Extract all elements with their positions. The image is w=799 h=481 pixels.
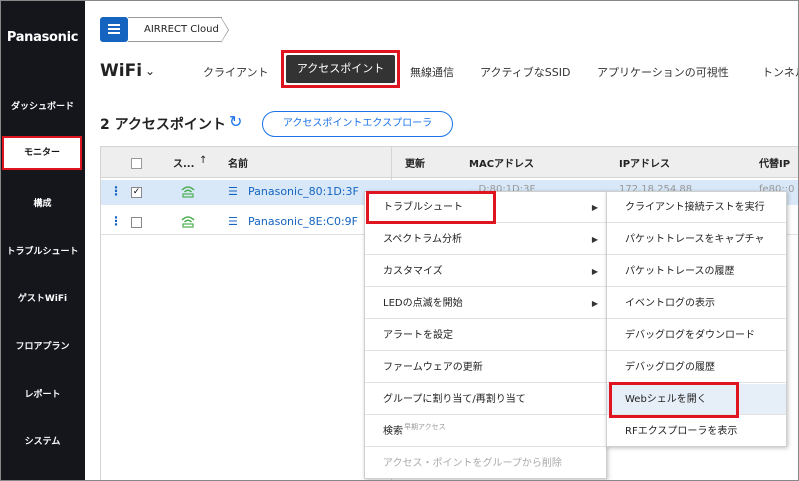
submenu-item-capture-packet[interactable]: パケットトレースをキャプチャ (607, 224, 786, 255)
col-status[interactable]: ス... (173, 155, 194, 170)
submenu-item-client-test[interactable]: クライアント接続テストを実行 (607, 192, 786, 223)
col-name[interactable]: 名前 (228, 155, 248, 170)
brand-logo: Panasonic (6, 30, 79, 45)
sidebar-item-dashboard[interactable]: ダッシュボード (0, 99, 85, 112)
menu-item-remove-from-group[interactable]: アクセス・ポイントをグループから削除 (365, 448, 606, 479)
sort-asc-icon[interactable]: ↑ (199, 155, 207, 166)
submenu-item-packet-history[interactable]: パケットトレースの履歴 (607, 256, 786, 287)
sidebar-item-system[interactable]: システム (0, 434, 85, 447)
row-menu-icon[interactable]: ⋮ (110, 214, 122, 228)
tab-radios[interactable]: 無線通信 (410, 64, 454, 80)
ap-explorer-button[interactable]: アクセスポイントエクスプローラ (262, 111, 453, 137)
col-update[interactable]: 更新 (405, 155, 425, 170)
chevron-down-icon[interactable]: ⌄ (145, 64, 155, 78)
page-title[interactable]: WiFi (100, 61, 142, 81)
menu-item-search[interactable]: 検索早期アクセス (365, 416, 606, 447)
submenu-item-debug-history[interactable]: デバッグログの履歴 (607, 352, 786, 383)
col-ip[interactable]: IPアドレス (619, 155, 670, 170)
menu-toggle-button[interactable] (100, 17, 128, 42)
ap-name-link[interactable]: Panasonic_8E:C0:9F (248, 215, 358, 228)
tab-tunnel[interactable]: トンネル (762, 64, 799, 80)
submenu-arrow-icon: ▶ (591, 299, 598, 308)
sidebar-item-floorplan[interactable]: フロアプラン (0, 339, 85, 352)
ap-status-icon (181, 216, 195, 228)
tab-access-points[interactable]: アクセスポイント (286, 55, 395, 83)
submenu-item-event-log[interactable]: イベントログの表示 (607, 288, 786, 319)
ap-name-link[interactable]: Panasonic_80:1D:3F (248, 185, 359, 198)
submenu-highlight-box (609, 382, 739, 418)
submenu-arrow-icon: ▶ (591, 267, 598, 276)
menu-item-set-alert[interactable]: アラートを設定 (365, 320, 606, 351)
menu-item-firmware-update[interactable]: ファームウェアの更新 (365, 352, 606, 383)
row-menu-icon[interactable]: ⋮ (110, 184, 122, 198)
breadcrumb[interactable]: AIRRECT Cloud (128, 17, 229, 43)
row-checkbox[interactable] (131, 217, 142, 228)
menu-item-spectrum[interactable]: スペクトラム分析 ▶ (365, 224, 606, 255)
menu-item-assign-group[interactable]: グループに割り当て/再割り当て (365, 384, 606, 415)
early-access-badge: 早期アクセス (404, 423, 446, 431)
submenu-arrow-icon: ▶ (591, 203, 598, 212)
details-icon[interactable]: ☰ (228, 185, 238, 198)
sidebar-item-monitor[interactable]: モニター (2, 136, 82, 170)
sidebar-item-config[interactable]: 構成 (0, 196, 85, 209)
sidebar-item-troubleshoot[interactable]: トラブルシュート (0, 244, 85, 257)
ap-status-icon (181, 186, 195, 198)
tab-clients[interactable]: クライアント (203, 64, 269, 80)
menu-item-led-blink[interactable]: LEDの点滅を開始 ▶ (365, 288, 606, 319)
sidebar: Panasonic ダッシュボード モニター 構成 トラブルシュート ゲストWi… (0, 0, 85, 481)
select-all-checkbox[interactable] (131, 158, 142, 169)
menu-highlight-box (366, 191, 496, 224)
submenu-arrow-icon: ▶ (591, 235, 598, 244)
ap-count-title: 2 アクセスポイント (100, 117, 226, 133)
col-mac[interactable]: MACアドレス (469, 155, 534, 170)
details-icon[interactable]: ☰ (228, 215, 238, 228)
refresh-icon[interactable]: ↻ (229, 112, 242, 131)
menu-item-customize[interactable]: カスタマイズ ▶ (365, 256, 606, 287)
context-menu: トラブルシュート ▶ スペクトラム分析 ▶ カスタマイズ ▶ LEDの点滅を開始 ▶ ア… (364, 191, 607, 479)
sidebar-item-guest-wifi[interactable]: ゲストWiFi (0, 291, 85, 304)
sidebar-item-report[interactable]: レポート (0, 387, 85, 400)
submenu-item-rf-explorer[interactable]: RFエクスプローラを表示 (607, 416, 786, 447)
row-checkbox[interactable]: ✓ (131, 187, 142, 198)
tab-active-ssid[interactable]: アクティブなSSID (480, 64, 570, 80)
submenu-item-download-debug[interactable]: デバッグログをダウンロード (607, 320, 786, 351)
tab-app-visibility[interactable]: アプリケーションの可視性 (597, 64, 729, 80)
col-alt-ip[interactable]: 代替IP (759, 155, 790, 170)
table-header: ス... ↑ 名前 更新 MACアドレス IPアドレス 代替IP (101, 147, 799, 178)
